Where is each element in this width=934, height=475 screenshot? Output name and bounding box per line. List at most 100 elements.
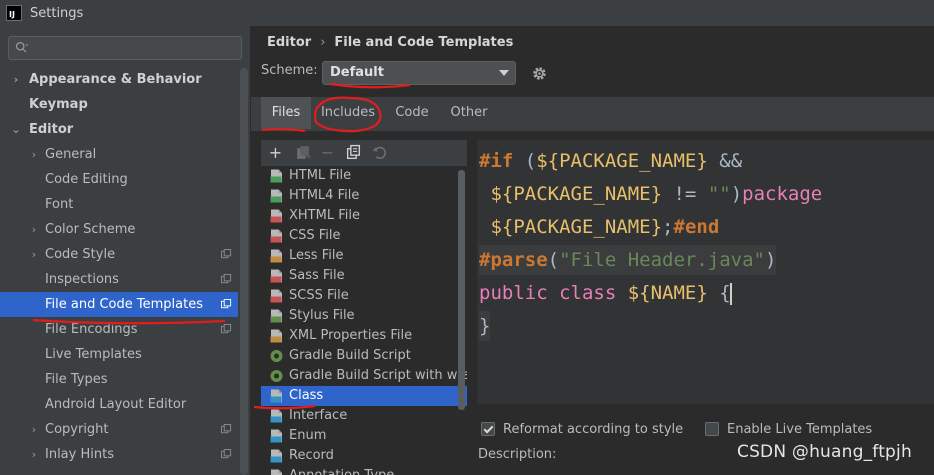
template-item-label: CSS File xyxy=(289,228,341,243)
sidebar-item-label: General xyxy=(45,147,97,162)
gear-icon[interactable] xyxy=(531,65,548,82)
chevron-right-icon[interactable]: › xyxy=(28,442,40,467)
sidebar-item-code-editing[interactable]: Code Editing xyxy=(0,167,238,192)
code-line-6: } xyxy=(479,311,491,341)
template-item[interactable]: Gradle Build Script xyxy=(261,346,467,366)
breadcrumb-separator: › xyxy=(320,34,326,50)
project-level-icon xyxy=(221,449,232,459)
sidebar-item-label: Live Templates xyxy=(45,347,142,362)
reformat-checkbox[interactable] xyxy=(481,422,495,436)
title-bar: IJ Settings xyxy=(0,0,934,26)
chevron-right-icon[interactable]: › xyxy=(28,417,40,442)
chevron-right-icon[interactable]: › xyxy=(28,142,40,167)
sidebar-item-general[interactable]: › General xyxy=(0,142,238,167)
code-line-5: public class ${NAME} { xyxy=(479,282,732,305)
chevron-right-icon[interactable]: › xyxy=(28,242,40,267)
chevron-right-icon[interactable]: › xyxy=(10,67,22,92)
template-item[interactable]: XML Properties File xyxy=(261,326,467,346)
sidebar-item-label: Editor xyxy=(29,122,74,137)
settings-tree: › Appearance & Behavior Keymap ⌄ Editor › Gene… xyxy=(0,67,238,467)
scss-file-icon xyxy=(270,289,282,303)
sidebar-item-live-templates[interactable]: Live Templates xyxy=(0,342,238,367)
java-interface-icon xyxy=(270,409,282,423)
sidebar-item-code-style[interactable]: › Code Style xyxy=(0,242,238,267)
sidebar-item-keymap[interactable]: Keymap xyxy=(0,92,238,117)
template-list-scrollbar[interactable] xyxy=(458,170,465,410)
template-item[interactable]: Less File xyxy=(261,246,467,266)
reformat-option[interactable]: Reformat according to style xyxy=(481,420,683,438)
template-item[interactable]: CSS File xyxy=(261,226,467,246)
duplicate-icon[interactable] xyxy=(345,144,362,161)
template-item-label: Enum xyxy=(289,428,327,443)
tab-includes[interactable]: Includes xyxy=(313,97,383,129)
chevron-right-icon[interactable]: › xyxy=(28,217,40,242)
sidebar-item-copyright[interactable]: › Copyright xyxy=(0,417,238,442)
live-templates-label: Enable Live Templates xyxy=(727,421,873,437)
template-item[interactable]: Annotation Type xyxy=(261,466,467,475)
template-item[interactable]: Class xyxy=(261,386,467,406)
code-line-3: ${PACKAGE_NAME};#end xyxy=(490,216,720,238)
sidebar-item-color-scheme[interactable]: › Color Scheme xyxy=(0,217,238,242)
template-item[interactable]: HTML File xyxy=(261,166,467,186)
template-item[interactable]: Sass File xyxy=(261,266,467,286)
template-item-label: Interface xyxy=(289,408,348,423)
watermark: CSDN @huang_ftpjh xyxy=(737,442,912,462)
template-item[interactable]: Enum xyxy=(261,426,467,446)
chevron-down-icon[interactable]: ⌄ xyxy=(10,117,22,142)
template-item-label: Class xyxy=(289,388,324,403)
tab-other[interactable]: Other xyxy=(441,97,497,129)
sidebar-item-appearance-behavior[interactable]: › Appearance & Behavior xyxy=(0,67,238,92)
template-item[interactable]: Record xyxy=(261,446,467,466)
project-level-icon xyxy=(221,274,232,284)
live-templates-option[interactable]: Enable Live Templates xyxy=(705,420,872,438)
template-item-label: HTML4 File xyxy=(289,188,360,203)
sidebar-item-label: Font xyxy=(45,197,74,212)
template-item[interactable]: Stylus File xyxy=(261,306,467,326)
sidebar-item-editor[interactable]: ⌄ Editor xyxy=(0,117,238,142)
template-item-label: Stylus File xyxy=(289,308,355,323)
template-item[interactable]: HTML4 File xyxy=(261,186,467,206)
sidebar-item-label: Code Style xyxy=(45,247,116,262)
sidebar-scrollbar[interactable] xyxy=(240,68,248,475)
template-item[interactable]: Gradle Build Script with wrapp xyxy=(261,366,467,386)
settings-search-input[interactable] xyxy=(8,36,242,60)
project-level-icon xyxy=(221,299,232,309)
sidebar-item-android-layout-editor[interactable]: Android Layout Editor xyxy=(0,392,238,417)
svg-text:+: + xyxy=(306,152,311,161)
template-item-label: HTML File xyxy=(289,168,352,183)
template-item[interactable]: SCSS File xyxy=(261,286,467,306)
remove-template-button[interactable]: − xyxy=(319,144,336,161)
sidebar-item-file-and-code-templates[interactable]: File and Code Templates xyxy=(0,292,238,317)
breadcrumb-parent[interactable]: Editor xyxy=(267,35,311,50)
scheme-dropdown[interactable]: Default xyxy=(322,61,516,85)
sidebar-item-font[interactable]: Font xyxy=(0,192,238,217)
sidebar-item-label: Android Layout Editor xyxy=(45,397,187,412)
xml-properties-icon xyxy=(270,329,282,343)
tab-files[interactable]: Files xyxy=(261,97,311,129)
gradle-icon xyxy=(270,350,283,362)
template-item[interactable]: Interface xyxy=(261,406,467,426)
add-template-button[interactable]: + xyxy=(267,144,284,161)
sidebar-item-label: Keymap xyxy=(29,97,88,112)
template-item-label: Annotation Type xyxy=(289,468,394,475)
live-templates-checkbox[interactable] xyxy=(705,422,719,436)
sidebar-item-label: Code Editing xyxy=(45,172,128,187)
sidebar-item-inlay-hints[interactable]: › Inlay Hints xyxy=(0,442,238,467)
sidebar-item-file-types[interactable]: File Types xyxy=(0,367,238,392)
sidebar-item-inspections[interactable]: Inspections xyxy=(0,267,238,292)
template-item-label: Gradle Build Script with wrapp xyxy=(289,368,467,383)
tab-code[interactable]: Code xyxy=(385,97,439,129)
reset-icon[interactable] xyxy=(371,144,388,161)
template-item-label: XML Properties File xyxy=(289,328,413,343)
template-item[interactable]: XHTML File xyxy=(261,206,467,226)
sidebar-item-file-encodings[interactable]: File Encodings xyxy=(0,317,238,342)
template-tabs: Files Includes Code Other xyxy=(251,97,934,131)
scheme-label: Scheme: xyxy=(261,63,318,78)
copy-template-icon[interactable]: + xyxy=(294,144,311,161)
template-list: HTML File HTML4 File XHTML File CSS File Les… xyxy=(261,166,467,475)
template-code-editor[interactable]: #if (${PACKAGE_NAME} && ${PACKAGE_NAME} … xyxy=(477,140,934,404)
project-level-icon xyxy=(221,324,232,334)
settings-sidebar: › Appearance & Behavior Keymap ⌄ Editor › Gene… xyxy=(0,26,250,475)
template-toolbar: + + − xyxy=(261,140,467,166)
scheme-value: Default xyxy=(330,65,384,80)
